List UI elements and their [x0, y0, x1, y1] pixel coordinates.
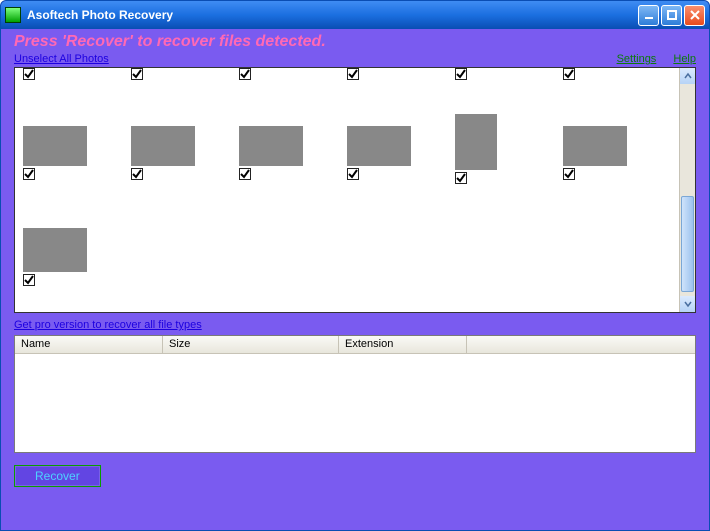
thumb-cell: [131, 126, 239, 186]
app-icon: [5, 7, 21, 23]
links-row: Unselect All Photos Settings Help: [14, 53, 696, 65]
right-links: Settings Help: [603, 53, 696, 65]
photo-thumbnail[interactable]: [347, 126, 411, 166]
thumbnails-panel: [14, 67, 696, 313]
table-header: Name Size Extension: [15, 336, 695, 354]
column-header-spacer: [467, 336, 695, 353]
photo-thumbnail[interactable]: [239, 126, 303, 166]
chevron-down-icon: [684, 300, 692, 308]
close-icon: [689, 9, 701, 21]
thumb-cell: [563, 126, 671, 186]
thumb-cell: [347, 126, 455, 186]
chevron-up-icon: [684, 72, 692, 80]
photo-checkbox[interactable]: [23, 274, 35, 286]
thumbnails-viewport: [15, 68, 679, 312]
photo-thumbnail[interactable]: [23, 228, 87, 272]
photo-checkbox[interactable]: [347, 168, 359, 180]
thumb-cell: [239, 126, 347, 186]
instruction-text: Press 'Recover' to recover files detecte…: [14, 33, 696, 51]
scroll-thumb[interactable]: [681, 196, 694, 292]
photo-checkbox[interactable]: [563, 168, 575, 180]
settings-link[interactable]: Settings: [617, 53, 657, 65]
column-header-name[interactable]: Name: [15, 336, 163, 353]
photo-checkbox[interactable]: [455, 68, 467, 80]
column-header-size[interactable]: Size: [163, 336, 339, 353]
thumb-cell: [455, 126, 563, 186]
photo-thumbnail[interactable]: [23, 126, 87, 166]
minimize-button[interactable]: [638, 5, 659, 26]
photo-checkbox[interactable]: [131, 168, 143, 180]
photo-checkbox[interactable]: [23, 68, 35, 80]
photo-thumbnail[interactable]: [131, 126, 195, 166]
photo-checkbox[interactable]: [347, 68, 359, 80]
photo-thumbnail[interactable]: [455, 114, 497, 170]
column-header-extension[interactable]: Extension: [339, 336, 467, 353]
scroll-down-button[interactable]: [680, 296, 695, 312]
maximize-button[interactable]: [661, 5, 682, 26]
titlebar: Asoftech Photo Recovery: [1, 1, 709, 29]
minimize-icon: [643, 9, 655, 21]
recover-button[interactable]: Recover: [14, 465, 101, 487]
pro-version-link[interactable]: Get pro version to recover all file type…: [14, 319, 202, 331]
help-link[interactable]: Help: [673, 53, 696, 65]
photo-checkbox[interactable]: [455, 172, 467, 184]
table-body: [15, 354, 695, 452]
photo-checkbox[interactable]: [239, 168, 251, 180]
photo-checkbox[interactable]: [239, 68, 251, 80]
window-buttons: [638, 5, 705, 26]
unselect-all-link[interactable]: Unselect All Photos: [14, 53, 109, 65]
thumb-row: [23, 126, 671, 186]
window-title: Asoftech Photo Recovery: [27, 8, 638, 22]
action-row: Recover: [14, 465, 696, 487]
photo-checkbox[interactable]: [563, 68, 575, 80]
thumb-row: [23, 228, 131, 288]
vertical-scrollbar[interactable]: [679, 68, 695, 312]
maximize-icon: [666, 9, 678, 21]
app-window: Asoftech Photo Recovery Press 'Recover' …: [0, 0, 710, 531]
thumb-cell: [23, 126, 131, 186]
photo-thumbnail[interactable]: [563, 126, 627, 166]
close-button[interactable]: [684, 5, 705, 26]
client-area: Press 'Recover' to recover files detecte…: [4, 29, 706, 527]
top-check-row: [23, 68, 671, 82]
photo-checkbox[interactable]: [131, 68, 143, 80]
scroll-up-button[interactable]: [680, 68, 695, 84]
pro-version-row: Get pro version to recover all file type…: [14, 319, 696, 331]
thumb-cell: [23, 228, 131, 288]
photo-checkbox[interactable]: [23, 168, 35, 180]
scroll-track[interactable]: [680, 84, 695, 296]
file-table: Name Size Extension: [14, 335, 696, 453]
